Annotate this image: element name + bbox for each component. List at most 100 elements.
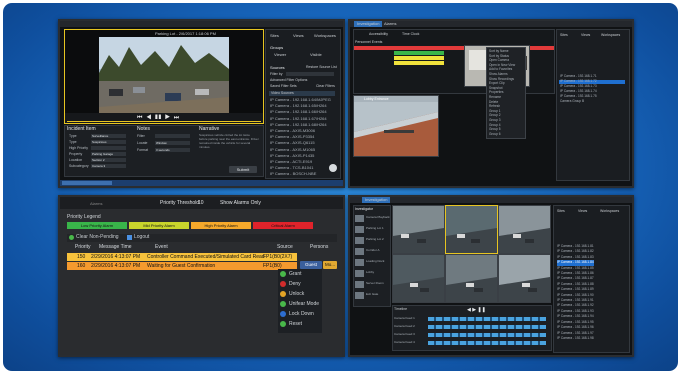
sidebar-tab-workspaces[interactable]: Workspaces [314, 32, 336, 39]
tab-investigation[interactable]: Investigation [362, 197, 391, 203]
legend-item: Low Priority Alarm [67, 222, 127, 229]
investigator-item[interactable]: Parking Lot 1 [355, 225, 389, 236]
sidebar-tab-sites[interactable]: Sites [557, 208, 565, 215]
saved-filter-sets[interactable]: Saved Filter Sets [270, 83, 297, 90]
alarm-action-item[interactable]: Grant [278, 269, 322, 279]
event-row-warning[interactable] [394, 56, 444, 60]
filter-input[interactable] [286, 72, 334, 76]
thumbnail-icon [355, 215, 364, 222]
event-row-warning-2[interactable] [394, 61, 444, 65]
sidebar-tab-views[interactable]: Views [581, 32, 590, 39]
show-alarms-only-toggle[interactable]: Show Alarms Only [220, 200, 261, 207]
notes-field-value[interactable]: Window [155, 141, 190, 145]
alarm-action-item[interactable]: Unifear Mode [278, 299, 322, 309]
timeline-track[interactable] [428, 325, 546, 329]
guest-button[interactable]: Guest [300, 261, 322, 269]
timeline-row[interactable]: Camera Feed 2 [394, 323, 549, 331]
investigator-item[interactable]: Server Room [355, 280, 389, 291]
col-persons[interactable]: Persons [310, 244, 328, 250]
alarm-row[interactable]: 150 2/29/2016 4:13:07 PM Controller Comman… [67, 253, 297, 261]
source-item[interactable]: IP Camera - 192.168.1.84 [557, 260, 594, 266]
timeline-row-label: Camera Feed 4 [394, 340, 415, 344]
alarm-row[interactable]: 160 2/29/2016 4:13:07 PM Waiting for Guest… [67, 262, 297, 270]
timeline-track[interactable] [428, 333, 546, 337]
camera-tile[interactable] [445, 205, 498, 254]
col-source[interactable]: Source [277, 244, 293, 250]
investigator-item[interactable]: Parking Lot 2 [355, 236, 389, 247]
timeline-controls-icon[interactable]: ◀ ▶ ❚❚ [467, 307, 486, 313]
investigator-item[interactable]: Lobby [355, 269, 389, 280]
time-clock-tab[interactable]: Time Clock [402, 31, 419, 38]
col-event[interactable]: Event [155, 244, 168, 250]
video-player[interactable]: Parking Lot - 2/6/2017 1:18:06 PM ⏮ ◀ ❚❚… [64, 29, 264, 124]
alarm-action-item[interactable]: Deny [278, 279, 322, 289]
legend-item: Mid Priority Alarm [129, 222, 189, 229]
parking-lot-feed [99, 37, 229, 121]
camera-icon[interactable] [329, 164, 337, 172]
clear-filters-button[interactable]: Clear Filters [316, 83, 335, 90]
notes-field-value[interactable] [155, 134, 190, 138]
source-item[interactable]: IP Camera - 192.168.1.89 [557, 287, 594, 292]
alarm-action-item[interactable]: Lock Down [278, 309, 322, 319]
investigator-item[interactable]: Corridor A [355, 247, 389, 258]
camera-tile[interactable] [392, 205, 445, 254]
viewer-button[interactable]: Viewer [274, 51, 286, 58]
source-item[interactable]: IP Camera - 192.168.1.96 [557, 325, 594, 330]
incident-field-value[interactable]: Surveillance [91, 134, 126, 138]
alarm-action-item[interactable]: Unlock [278, 289, 322, 299]
priority-threshold-value[interactable]: 10 [198, 200, 204, 207]
alarm-action-item[interactable]: Reset [278, 319, 322, 329]
investigator-item[interactable]: Loading Dock [355, 258, 389, 269]
notes-field-value[interactable]: 3 seconds [155, 148, 190, 152]
investigator-item[interactable]: Camera Playback [355, 214, 390, 225]
grid-header: Personnel Events [355, 40, 383, 44]
sidebar-tab-sites[interactable]: Sites [270, 32, 279, 39]
camera-feed [446, 255, 497, 302]
more-button[interactable]: Mo... [323, 261, 337, 269]
camera-tile[interactable] [445, 254, 498, 303]
visible-button[interactable]: Visible [310, 51, 322, 58]
tab-investigation[interactable]: Investigation [354, 21, 383, 27]
sidebar-tab-workspaces[interactable]: Workspaces [601, 32, 620, 39]
incident-field-value[interactable]: Camera 3 [91, 164, 126, 168]
incident-field-value[interactable] [91, 146, 126, 150]
incident-field-value[interactable]: Suspicious [91, 140, 126, 144]
timeline-row[interactable]: Camera Feed 4 [394, 339, 549, 347]
sidebar-tab-views[interactable]: Views [578, 208, 587, 215]
video-source-item[interactable]: IP Camera - 192.168.1.66/H264 [270, 109, 331, 115]
sidebar-tab-workspaces[interactable]: Workspaces [600, 208, 619, 215]
timeline-row[interactable]: Camera Feed 3 [394, 331, 549, 339]
source-item[interactable]: IP Camera - 192.168.1.94 [557, 314, 594, 319]
video-source-item[interactable]: IP Camera - 192.168.1.67/H264 [270, 116, 331, 122]
event-row-granted[interactable] [394, 51, 444, 55]
lobby-camera[interactable]: Lobby Entrance [353, 95, 439, 157]
timeline-scrubber[interactable] [67, 121, 261, 122]
accessibility-tab[interactable]: Accessibility [369, 31, 388, 38]
incident-field-value[interactable]: Section 2 [91, 158, 126, 162]
tab-alarms[interactable]: Alarms [384, 21, 396, 27]
sidebar-tab-sites[interactable]: Sites [560, 32, 568, 39]
clear-non-pending-button[interactable]: Clear Non-Pending [76, 234, 119, 241]
context-menu-item[interactable]: Group 6 [489, 132, 515, 137]
narrative-text[interactable]: Suspicious vehicle circled the lot twice… [199, 133, 259, 163]
timeline-row[interactable]: Camera Feed 1 [394, 315, 549, 323]
incident-field-value[interactable]: Parking Garage [91, 152, 126, 156]
restore-source-list-button[interactable]: Restore Source List [306, 64, 337, 71]
alarm-action-label: Reset [289, 321, 303, 327]
timeline-track[interactable] [428, 317, 546, 321]
investigator-item[interactable]: Exit Gate [355, 291, 389, 302]
col-message-time[interactable]: Message Time [99, 244, 132, 250]
camera-tile[interactable] [498, 254, 551, 303]
submit-button[interactable]: Submit [229, 166, 257, 173]
timeline-track[interactable] [428, 341, 546, 345]
sidebar-tab-views[interactable]: Views [293, 32, 304, 39]
source-item[interactable]: Camera Group B [560, 99, 597, 104]
logout-button[interactable]: Logout [134, 234, 149, 241]
col-priority[interactable]: Priority [75, 244, 91, 250]
source-item[interactable]: IP Camera - 192.168.1.98 [557, 336, 594, 341]
video-source-item[interactable]: IP Camera - BOSCH-NBE [270, 171, 331, 177]
camera-tile[interactable] [392, 254, 445, 303]
camera-tile[interactable] [498, 205, 551, 254]
action-status-icon [280, 281, 286, 287]
taskbar-apps[interactable] [62, 181, 112, 185]
